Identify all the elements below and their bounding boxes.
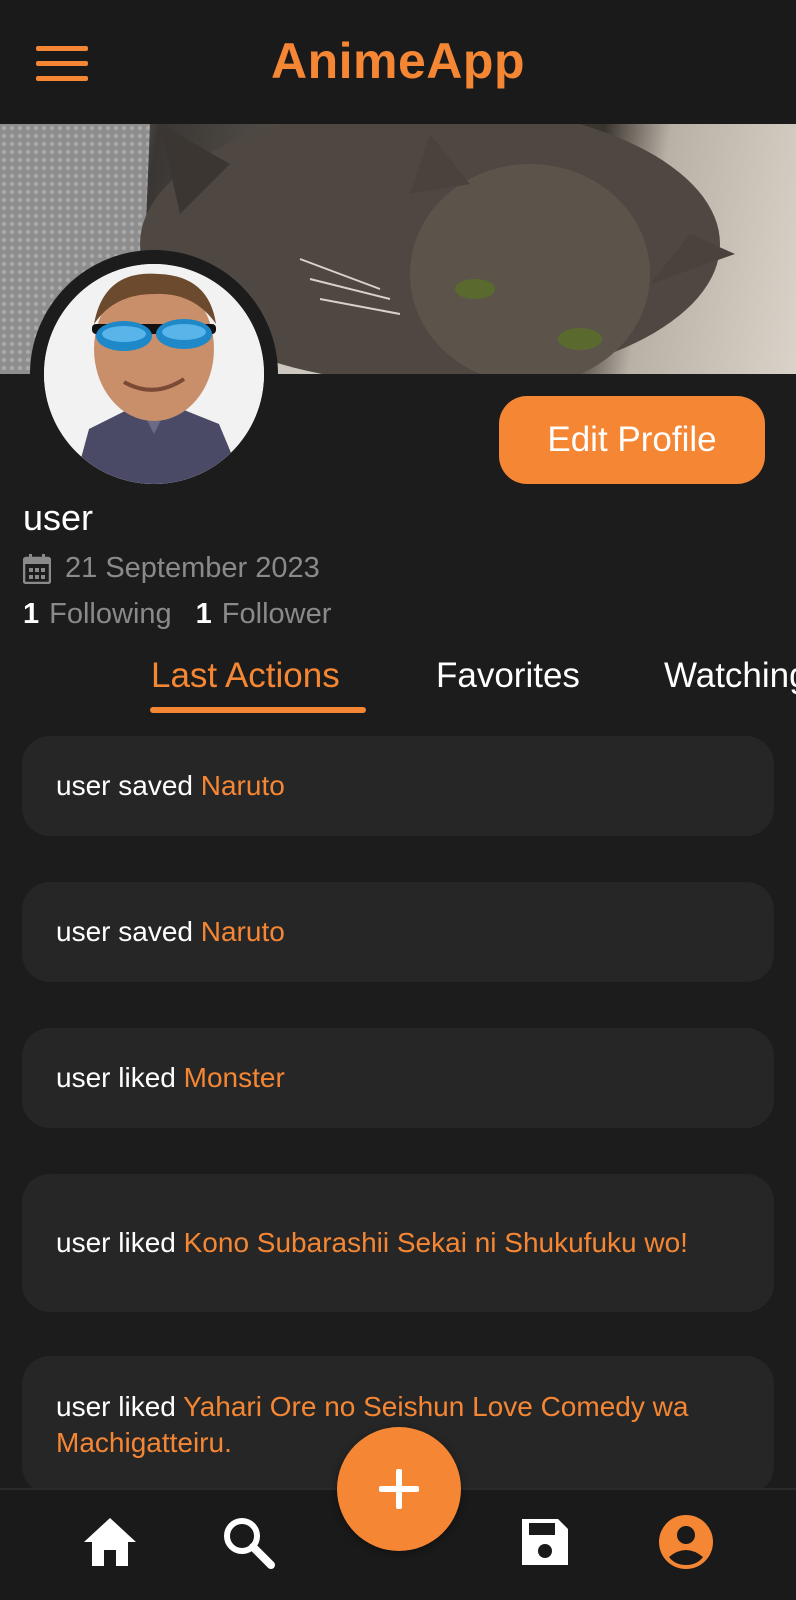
home-icon[interactable]: [78, 1510, 142, 1574]
calendar-icon: [22, 553, 52, 584]
follow-stats: 1 Following 1 Follower: [23, 598, 331, 631]
anime-title-link[interactable]: Naruto: [201, 916, 285, 947]
action-text: user liked: [56, 1062, 184, 1093]
following-label: Following: [49, 598, 172, 630]
top-app-bar: AnimeApp: [0, 0, 796, 124]
profile-tabs: Last Actions Favorites Watching: [0, 650, 796, 720]
app-title: AnimeApp: [271, 33, 525, 89]
search-icon[interactable]: [216, 1510, 280, 1574]
list-item[interactable]: user saved Naruto: [22, 882, 774, 982]
profile-username: user: [23, 497, 94, 538]
profile-icon[interactable]: [654, 1510, 718, 1574]
action-text: user saved: [56, 916, 201, 947]
active-tab-indicator: [150, 707, 366, 713]
tab-watching[interactable]: Watching: [664, 656, 796, 696]
followers-label: Follower: [221, 598, 332, 630]
joined-date: 21 September 2023: [65, 552, 320, 584]
anime-title-link[interactable]: Monster: [184, 1062, 285, 1093]
save-icon[interactable]: [513, 1510, 577, 1574]
followers-stat[interactable]: 1 Follower: [196, 598, 332, 631]
action-text: user liked: [56, 1391, 184, 1422]
add-icon: [379, 1469, 419, 1509]
followers-count: 1: [195, 598, 212, 630]
anime-title-link[interactable]: Naruto: [201, 770, 285, 801]
following-count: 1: [23, 598, 40, 630]
list-item[interactable]: user liked Kono Subarashii Sekai ni Shuk…: [22, 1174, 774, 1312]
anime-title-link[interactable]: Kono Subarashii Sekai ni Shukufuku wo!: [184, 1227, 688, 1258]
tab-last-actions[interactable]: Last Actions: [151, 656, 340, 696]
list-item[interactable]: user saved Naruto: [22, 736, 774, 836]
joined-date-row: 21 September 2023: [22, 552, 320, 585]
action-text: user liked: [56, 1227, 184, 1258]
tab-favorites[interactable]: Favorites: [436, 656, 580, 696]
avatar[interactable]: [44, 264, 264, 484]
list-item[interactable]: user liked Monster: [22, 1028, 774, 1128]
add-button[interactable]: [337, 1427, 461, 1551]
following-stat[interactable]: 1 Following: [23, 598, 172, 631]
edit-profile-button[interactable]: Edit Profile: [499, 396, 765, 484]
action-text: user saved: [56, 770, 201, 801]
